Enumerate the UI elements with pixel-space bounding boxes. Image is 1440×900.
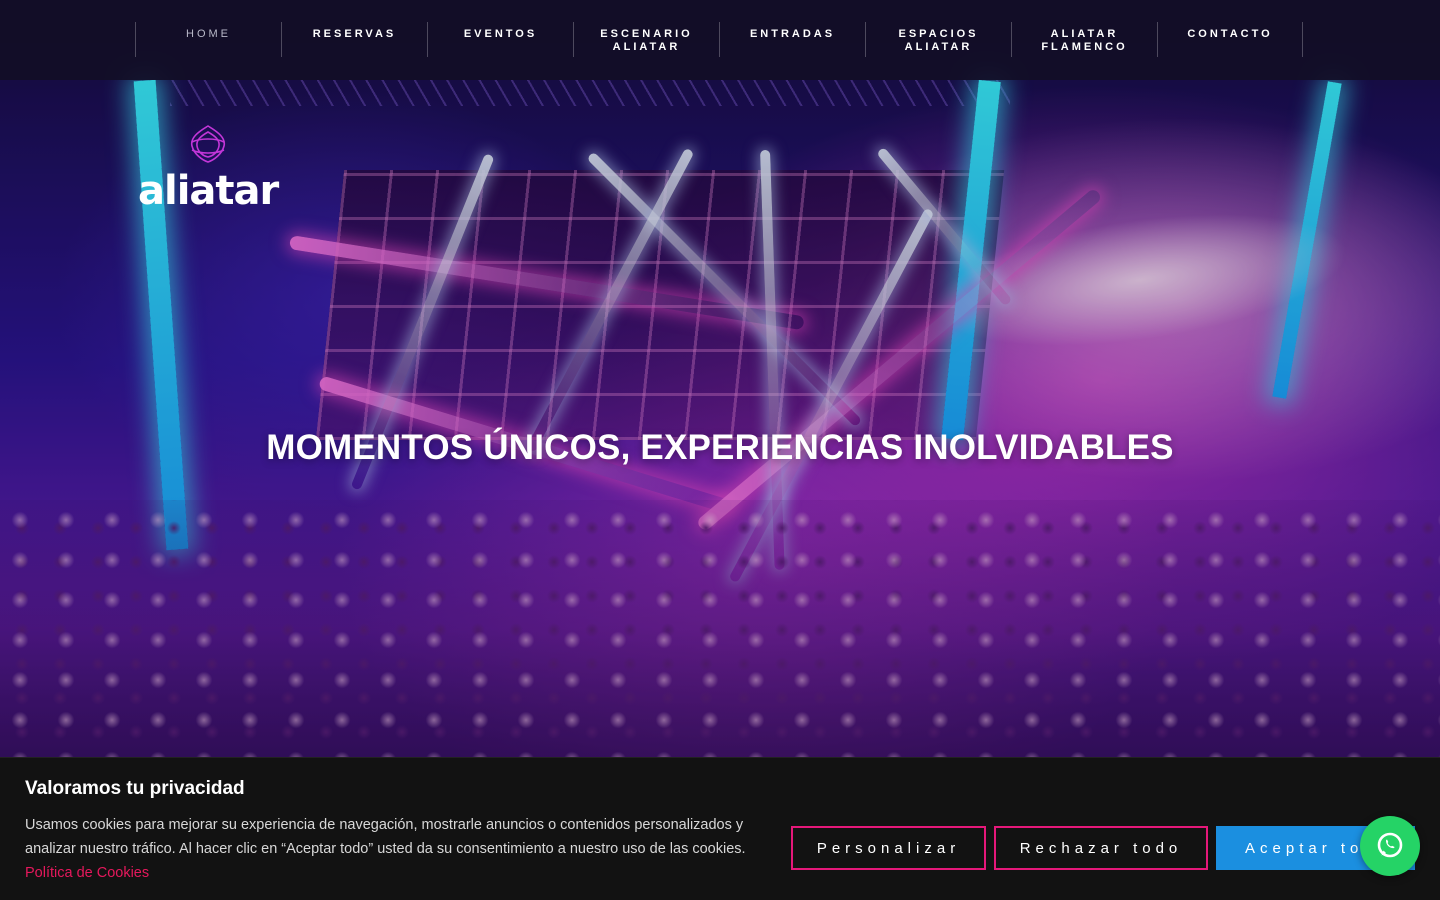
nav-item-entradas[interactable]: ENTRADAS — [719, 22, 865, 57]
cookie-description-text: Usamos cookies para mejorar su experienc… — [25, 817, 746, 857]
customize-button[interactable]: Personalizar — [791, 826, 986, 870]
main-navigation: HOME RESERVAS EVENTOS ESCENARIO ALIATAR … — [0, 0, 1440, 80]
nav-item-espacios-aliatar[interactable]: ESPACIOS ALIATAR — [865, 22, 1011, 57]
nav-item-label: ESCENARIO ALIATAR — [600, 28, 693, 53]
cookie-policy-link[interactable]: Política de Cookies — [25, 865, 149, 881]
whatsapp-button[interactable] — [1360, 816, 1420, 876]
nav-item-label: HOME — [186, 28, 231, 40]
logo-mark-icon — [190, 125, 226, 163]
nav-item-label: ESPACIOS ALIATAR — [898, 28, 979, 53]
nav-menu: HOME RESERVAS EVENTOS ESCENARIO ALIATAR … — [135, 22, 1303, 57]
nav-item-label: ENTRADAS — [749, 28, 836, 40]
nav-item-label: CONTACTO — [1187, 28, 1273, 40]
nav-item-label: RESERVAS — [312, 28, 397, 40]
aliatar-logo[interactable]: aliatar — [138, 122, 288, 217]
reject-all-button[interactable]: Rechazar todo — [994, 826, 1208, 870]
whatsapp-icon — [1377, 832, 1403, 858]
cookie-title: Valoramos tu privacidad — [25, 778, 245, 799]
nav-item-aliatar-flamenco[interactable]: ALIATAR FLAMENCO — [1011, 22, 1157, 57]
logo-wordmark: aliatar — [138, 168, 279, 214]
nav-item-contacto[interactable]: CONTACTO — [1157, 22, 1303, 57]
nav-item-label: ALIATAR FLAMENCO — [1041, 28, 1128, 53]
nav-item-reservas[interactable]: RESERVAS — [281, 22, 427, 57]
nav-item-escenario-aliatar[interactable]: ESCENARIO ALIATAR — [573, 22, 719, 57]
nav-item-label: EVENTOS — [463, 28, 538, 40]
nav-item-home[interactable]: HOME — [135, 22, 281, 57]
hero-headline: MOMENTOS ÚNICOS, EXPERIENCIAS INOLVIDABL… — [266, 428, 1174, 467]
cookie-description: Usamos cookies para mejorar su experienc… — [25, 813, 755, 885]
cookie-consent-banner: Valoramos tu privacidad Usamos cookies p… — [0, 757, 1440, 900]
nav-item-eventos[interactable]: EVENTOS — [427, 22, 573, 57]
